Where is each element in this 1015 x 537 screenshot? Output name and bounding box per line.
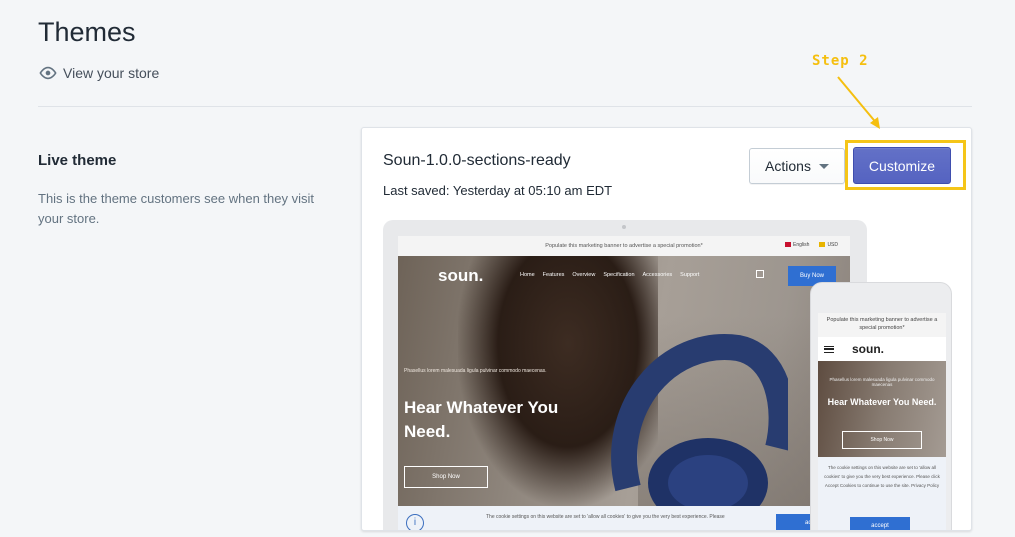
live-theme-description: This is the theme customers see when the… xyxy=(38,191,315,226)
mobile-promo-text: Populate this marketing banner to advert… xyxy=(818,313,946,337)
view-store-link[interactable]: View your store xyxy=(39,65,159,81)
mobile-accept-button: accept xyxy=(850,517,910,530)
actions-button[interactable]: Actions xyxy=(749,148,845,184)
eye-icon xyxy=(39,66,57,80)
menu-icon xyxy=(824,345,834,353)
live-theme-title: Live theme xyxy=(38,152,117,169)
laptop-camera xyxy=(622,225,626,229)
mobile-shop-now-button: Shop Now xyxy=(842,431,922,449)
mobile-hero-subtitle: Phasellus lorem malesuada ligula pulvina… xyxy=(829,377,935,387)
flag-icon xyxy=(819,242,826,248)
cart-icon xyxy=(756,270,764,278)
site-nav-item: Accessories xyxy=(642,272,673,278)
headphones-image xyxy=(611,334,788,506)
view-store-label: View your store xyxy=(63,65,160,81)
cookie-text: The cookie settings on this website are … xyxy=(486,514,725,520)
site-nav: Home Features Overview Specification Acc… xyxy=(520,272,699,278)
last-saved-text: Last saved: Yesterday at 05:10 am EDT xyxy=(383,183,613,198)
step-annotation-label: Step 2 xyxy=(812,53,869,69)
hero-subtitle: Phasellus lorem malesuada ligula pulvina… xyxy=(404,368,547,374)
language-selector: English xyxy=(785,242,809,248)
currency-selector: USD xyxy=(819,242,838,248)
site-nav-item: Overview xyxy=(572,272,596,278)
locale-selectors: English USD xyxy=(785,242,838,248)
actions-label: Actions xyxy=(765,158,811,174)
mobile-hero: Phasellus lorem malesuada ligula pulvina… xyxy=(818,361,946,457)
desktop-hero: soun. Home Features Overview Specificati… xyxy=(398,256,850,506)
mobile-cookie-text: The cookie settings on this website are … xyxy=(824,465,940,488)
mobile-cookie-bar: The cookie settings on this website are … xyxy=(818,457,946,530)
shop-now-button: Shop Now xyxy=(404,466,488,488)
site-logo: soun. xyxy=(438,266,484,285)
hero-title: Hear Whatever You Need. xyxy=(404,398,559,441)
site-nav-item: Support xyxy=(680,272,700,278)
mobile-preview-screen: Populate this marketing banner to advert… xyxy=(818,313,946,530)
cookie-bar: i The cookie settings on this website ar… xyxy=(398,506,850,530)
mobile-preview[interactable]: Populate this marketing banner to advert… xyxy=(810,282,952,530)
desktop-promo-bar: Populate this marketing banner to advert… xyxy=(398,236,850,256)
info-icon: i xyxy=(406,514,424,530)
site-nav-item: Specification xyxy=(603,272,635,278)
desktop-promo-text: Populate this marketing banner to advert… xyxy=(545,243,703,249)
theme-name: Soun-1.0.0-sections-ready xyxy=(383,152,571,169)
arrow-icon xyxy=(837,76,880,129)
mobile-header: soun. xyxy=(818,337,946,361)
customize-button[interactable]: Customize xyxy=(853,147,951,184)
mobile-site-logo: soun. xyxy=(852,342,884,356)
page-title: Themes xyxy=(38,17,136,47)
desktop-preview[interactable]: Populate this marketing banner to advert… xyxy=(383,220,867,530)
caret-down-icon xyxy=(818,163,829,169)
flag-icon xyxy=(785,242,792,248)
site-nav-item: Home xyxy=(520,272,535,278)
mobile-hero-title: Hear Whatever You Need. xyxy=(827,397,937,407)
desktop-preview-screen: Populate this marketing banner to advert… xyxy=(398,236,850,530)
site-nav-item: Features xyxy=(542,272,565,278)
